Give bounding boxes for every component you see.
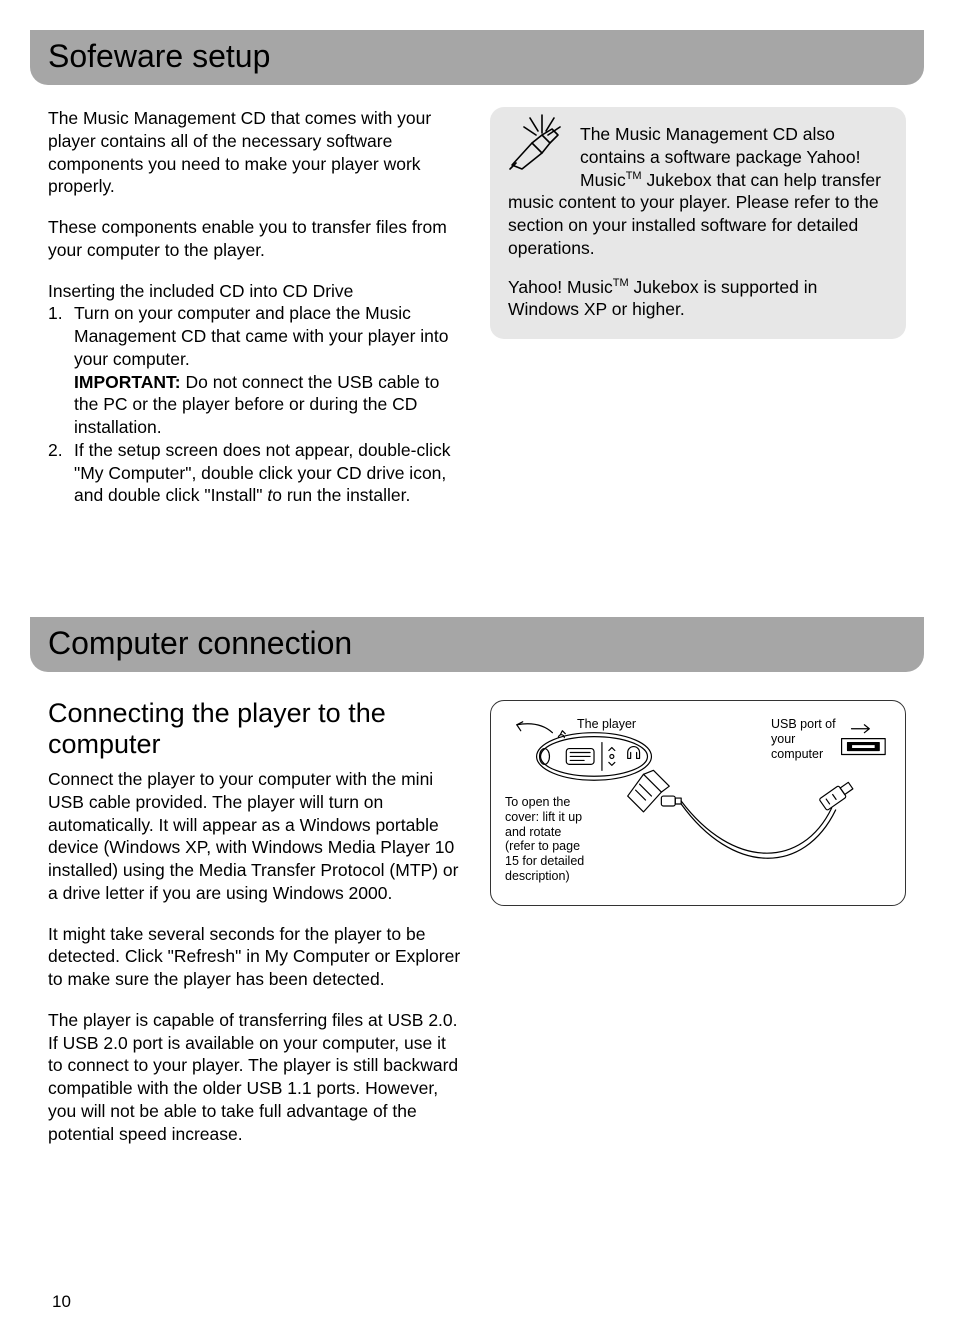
section-header-software-setup: Sofeware setup [30, 30, 924, 85]
hand-write-icon [502, 113, 572, 177]
trademark-symbol: TM [613, 277, 629, 289]
software-setup-right: The Music Management CD also contains a … [490, 107, 906, 525]
step-2: If the setup screen does not appear, dou… [48, 439, 464, 507]
diagram-label-player: The player [577, 717, 636, 732]
connect-paragraph-3: The player is capable of transferring fi… [48, 1009, 464, 1146]
important-label: IMPORTANT: [74, 372, 181, 392]
trademark-symbol: TM [626, 170, 642, 182]
section-title: Sofeware setup [48, 38, 270, 74]
diagram-label-usb: USB port of your computer [771, 717, 841, 761]
software-setup-left: The Music Management CD that comes with … [48, 107, 464, 525]
note-paragraph-2: Yahoo! MusicTM Jukebox is supported in W… [508, 276, 888, 322]
insert-cd-heading: Inserting the included CD into CD Drive [48, 280, 464, 303]
sub-heading: Connecting the player to the computer [48, 698, 464, 760]
install-steps: Turn on your computer and place the Musi… [48, 302, 464, 507]
connect-paragraph-1: Connect the player to your computer with… [48, 768, 464, 905]
step-1-text-a: Turn on your computer and place the Musi… [74, 303, 448, 369]
intro-paragraph-1: The Music Management CD that comes with … [48, 107, 464, 198]
diagram-label-cover: To open the cover: lift it up and rotate… [505, 795, 585, 884]
connection-diagram: The player USB port of your computer To … [490, 700, 906, 906]
computer-connection-columns: Connecting the player to the computer Co… [48, 694, 906, 1163]
computer-connection-left: Connecting the player to the computer Co… [48, 694, 464, 1163]
section-title: Computer connection [48, 625, 352, 661]
step-2-text-b: o run the installer. [272, 485, 410, 505]
note-box: The Music Management CD also contains a … [490, 107, 906, 339]
page-number: 10 [52, 1292, 71, 1312]
computer-connection-right: The player USB port of your computer To … [490, 694, 906, 1163]
section-header-computer-connection: Computer connection [30, 617, 924, 672]
intro-paragraph-2: These components enable you to transfer … [48, 216, 464, 262]
step-1: Turn on your computer and place the Musi… [48, 302, 464, 439]
software-setup-columns: The Music Management CD that comes with … [48, 107, 906, 525]
connect-paragraph-2: It might take several seconds for the pl… [48, 923, 464, 991]
